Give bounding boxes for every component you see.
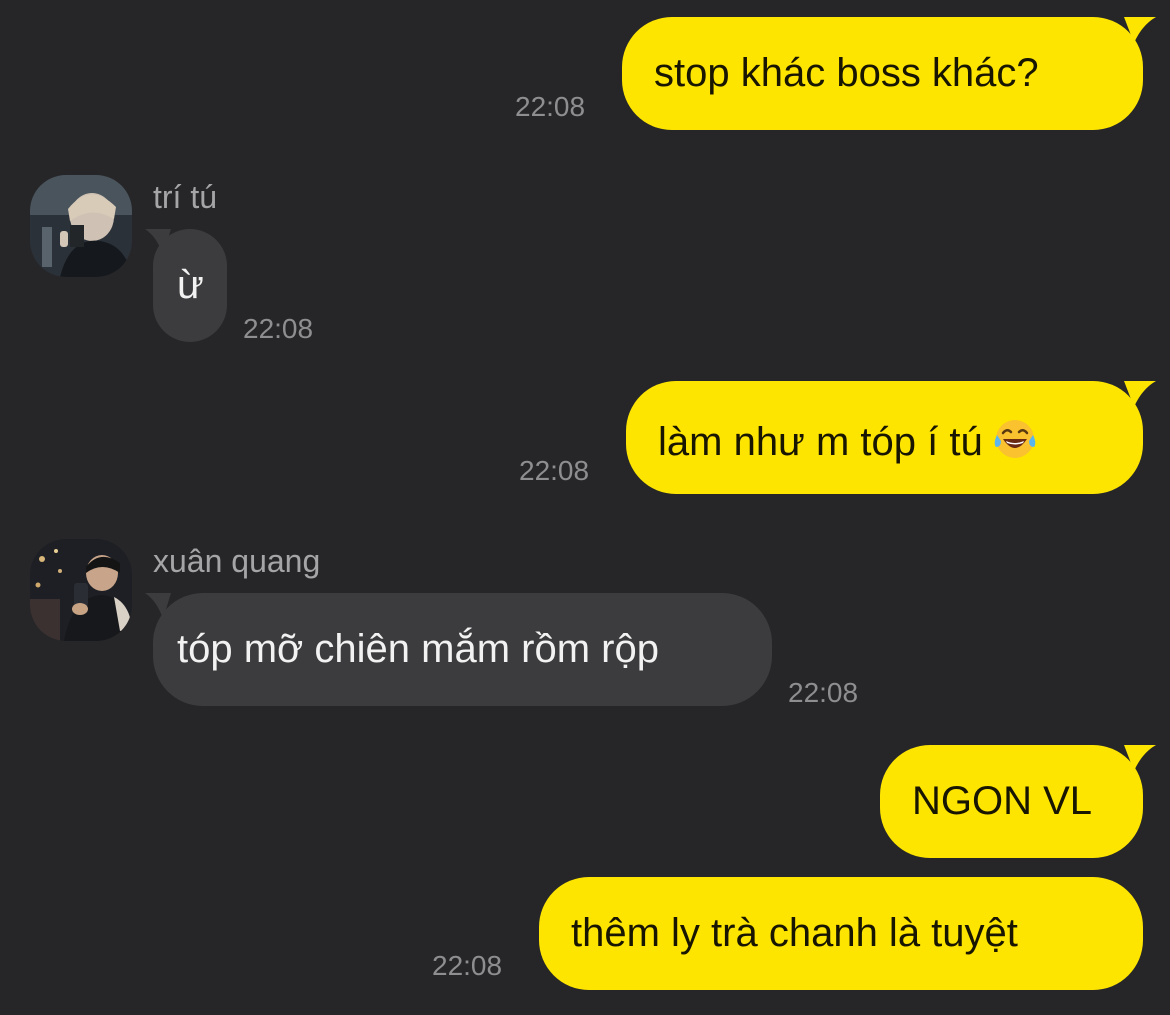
message-text: làm như m tóp í tú [658, 420, 983, 464]
sender-name: trí tú [153, 179, 218, 215]
message-text: NGON VL [912, 779, 1093, 823]
outgoing-message-bubble[interactable]: thêm ly trà chanh là tuyệt [539, 877, 1143, 990]
message-text: stop khác boss khác? [654, 51, 1039, 95]
message-text: thêm ly trà chanh là tuyệt [571, 911, 1018, 955]
bubble-tail [1124, 381, 1156, 407]
message-timestamp: 22:08 [243, 313, 314, 344]
message-timestamp: 22:08 [788, 677, 859, 708]
incoming-message-bubble[interactable]: ừ [153, 229, 227, 342]
message-text: tóp mỡ chiên mắm rồm rộp [177, 627, 659, 671]
sender-name: xuân quang [153, 543, 321, 579]
message-timestamp: 22:08 [432, 950, 503, 981]
outgoing-message-bubble[interactable]: làm như m tóp í tú [626, 381, 1143, 494]
face-with-tears-of-joy-icon [994, 420, 1035, 458]
message-timestamp: 22:08 [515, 91, 586, 122]
incoming-message-bubble[interactable]: tóp mỡ chiên mắm rồm rộp [153, 593, 772, 706]
message-timestamp: 22:08 [519, 455, 590, 486]
message-text: ừ [177, 263, 204, 307]
user-avatar-photo [30, 175, 132, 277]
avatar[interactable] [30, 539, 132, 641]
avatar[interactable] [30, 175, 132, 277]
outgoing-message-bubble[interactable]: stop khác boss khác? [622, 17, 1143, 130]
bubble-tail [1124, 745, 1156, 771]
user-avatar-photo [30, 539, 132, 641]
bubble-tail [1124, 17, 1156, 43]
outgoing-message-bubble[interactable]: NGON VL [880, 745, 1143, 858]
